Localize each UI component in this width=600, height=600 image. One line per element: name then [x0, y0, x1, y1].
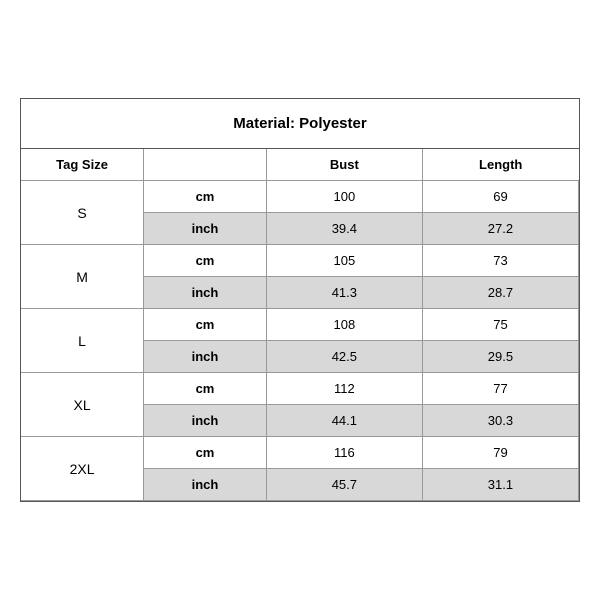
- header-bust: Bust: [266, 149, 422, 181]
- unit-inch-cell: inch: [144, 213, 267, 245]
- length-inch-value: 29.5: [422, 341, 578, 373]
- size-table: Tag Size Bust Length Scm10069inch39.427.…: [21, 149, 579, 501]
- header-length: Length: [422, 149, 578, 181]
- bust-inch-value: 41.3: [266, 277, 422, 309]
- unit-cm-cell: cm: [144, 245, 267, 277]
- bust-inch-value: 44.1: [266, 405, 422, 437]
- table-body: Scm10069inch39.427.2Mcm10573inch41.328.7…: [21, 181, 579, 501]
- bust-cm-value: 108: [266, 309, 422, 341]
- length-inch-value: 27.2: [422, 213, 578, 245]
- unit-inch-cell: inch: [144, 405, 267, 437]
- length-inch-value: 30.3: [422, 405, 578, 437]
- length-inch-value: 28.7: [422, 277, 578, 309]
- table-row: Lcm10875: [21, 309, 579, 341]
- unit-cm-cell: cm: [144, 437, 267, 469]
- header-tag-size: Tag Size: [21, 149, 144, 181]
- bust-cm-value: 116: [266, 437, 422, 469]
- unit-inch-cell: inch: [144, 469, 267, 501]
- header-unit-col: [144, 149, 267, 181]
- unit-cm-cell: cm: [144, 373, 267, 405]
- unit-inch-cell: inch: [144, 277, 267, 309]
- length-inch-value: 31.1: [422, 469, 578, 501]
- chart-title: Material: Polyester: [21, 99, 579, 149]
- length-cm-value: 75: [422, 309, 578, 341]
- bust-inch-value: 42.5: [266, 341, 422, 373]
- bust-cm-value: 100: [266, 181, 422, 213]
- bust-inch-value: 39.4: [266, 213, 422, 245]
- bust-cm-value: 112: [266, 373, 422, 405]
- length-cm-value: 79: [422, 437, 578, 469]
- length-cm-value: 69: [422, 181, 578, 213]
- size-cell: S: [21, 181, 144, 245]
- table-row: Scm10069: [21, 181, 579, 213]
- size-cell: M: [21, 245, 144, 309]
- size-chart-wrapper: Material: Polyester Tag Size Bust Length…: [20, 98, 580, 502]
- size-cell: L: [21, 309, 144, 373]
- table-row: XLcm11277: [21, 373, 579, 405]
- unit-cm-cell: cm: [144, 181, 267, 213]
- unit-inch-cell: inch: [144, 341, 267, 373]
- size-cell: XL: [21, 373, 144, 437]
- table-header-row: Tag Size Bust Length: [21, 149, 579, 181]
- bust-cm-value: 105: [266, 245, 422, 277]
- table-row: Mcm10573: [21, 245, 579, 277]
- unit-cm-cell: cm: [144, 309, 267, 341]
- table-row: 2XLcm11679: [21, 437, 579, 469]
- length-cm-value: 73: [422, 245, 578, 277]
- bust-inch-value: 45.7: [266, 469, 422, 501]
- size-cell: 2XL: [21, 437, 144, 501]
- length-cm-value: 77: [422, 373, 578, 405]
